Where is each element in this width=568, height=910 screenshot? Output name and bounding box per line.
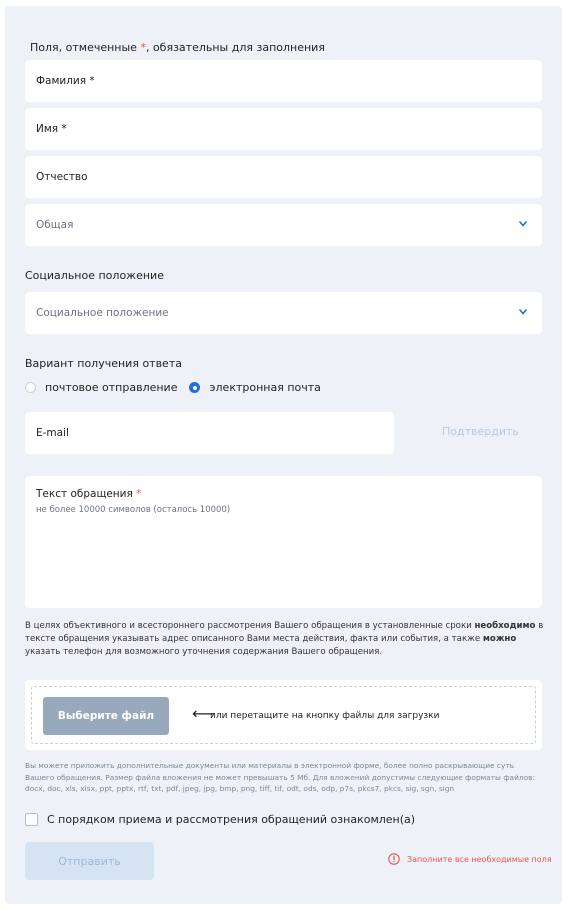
message-label: Текст обращения * [36, 488, 142, 500]
first-name-field[interactable]: Имя * [25, 108, 542, 150]
patronymic-placeholder: Отчество [36, 171, 88, 183]
radio-postal[interactable] [25, 382, 36, 393]
file-upload-area: Выберите файл ⟵ или перетащите на кнопку… [25, 680, 542, 750]
social-status-heading: Социальное положение [25, 269, 164, 282]
last-name-field[interactable]: Фамилия * [25, 60, 542, 102]
email-field[interactable]: E-mail [25, 412, 394, 454]
agree-row: С порядком приема и рассмотрения обращен… [25, 813, 415, 826]
chevron-down-icon [519, 221, 527, 227]
first-name-placeholder: Имя * [36, 123, 67, 135]
email-placeholder: E-mail [36, 427, 69, 439]
chevron-down-icon [519, 309, 527, 315]
message-char-limit-hint: не более 10000 символов (осталось 10000) [36, 505, 231, 515]
validation-error-text: Заполните все необходимые поля [407, 854, 552, 864]
agree-label[interactable]: С порядком приема и рассмотрения обращен… [47, 813, 415, 826]
message-textarea[interactable]: Текст обращения * не более 10000 символо… [25, 476, 542, 608]
radio-email-label[interactable]: электронная почта [209, 381, 320, 394]
attachment-rules-note: Вы можете приложить дополнительные докум… [25, 761, 535, 793]
error-circle-icon [388, 853, 400, 865]
last-name-placeholder: Фамилия * [36, 75, 95, 87]
validation-error: Заполните все необходимые поля [388, 853, 552, 865]
radio-email[interactable] [189, 382, 201, 393]
drag-drop-hint: или перетащите на кнопку файлы для загру… [210, 711, 440, 721]
address-info-text: В целях объективного и всестороннего рас… [25, 621, 544, 657]
reply-method-heading: Вариант получения ответа [25, 357, 182, 370]
required-fields-note: Поля, отмеченные *, обязательны для запо… [30, 41, 325, 54]
patronymic-field[interactable]: Отчество [25, 156, 542, 198]
choose-file-button[interactable]: Выберите файл [43, 697, 169, 735]
category-select-value: Общая [36, 219, 74, 231]
file-drop-zone[interactable]: Выберите файл ⟵ или перетащите на кнопку… [31, 686, 536, 744]
confirm-email-button[interactable]: Подтвердить [442, 425, 519, 438]
social-status-select[interactable]: Социальное положение [25, 292, 542, 334]
category-select[interactable]: Общая [25, 204, 542, 246]
reply-method-options: почтовое отправление электронная почта [25, 381, 321, 394]
agree-checkbox[interactable] [25, 813, 38, 826]
submit-button[interactable]: Отправить [25, 842, 154, 880]
social-status-placeholder: Социальное положение [36, 307, 169, 319]
required-asterisk: * [136, 488, 142, 500]
radio-postal-label[interactable]: почтовое отправление [45, 381, 177, 394]
